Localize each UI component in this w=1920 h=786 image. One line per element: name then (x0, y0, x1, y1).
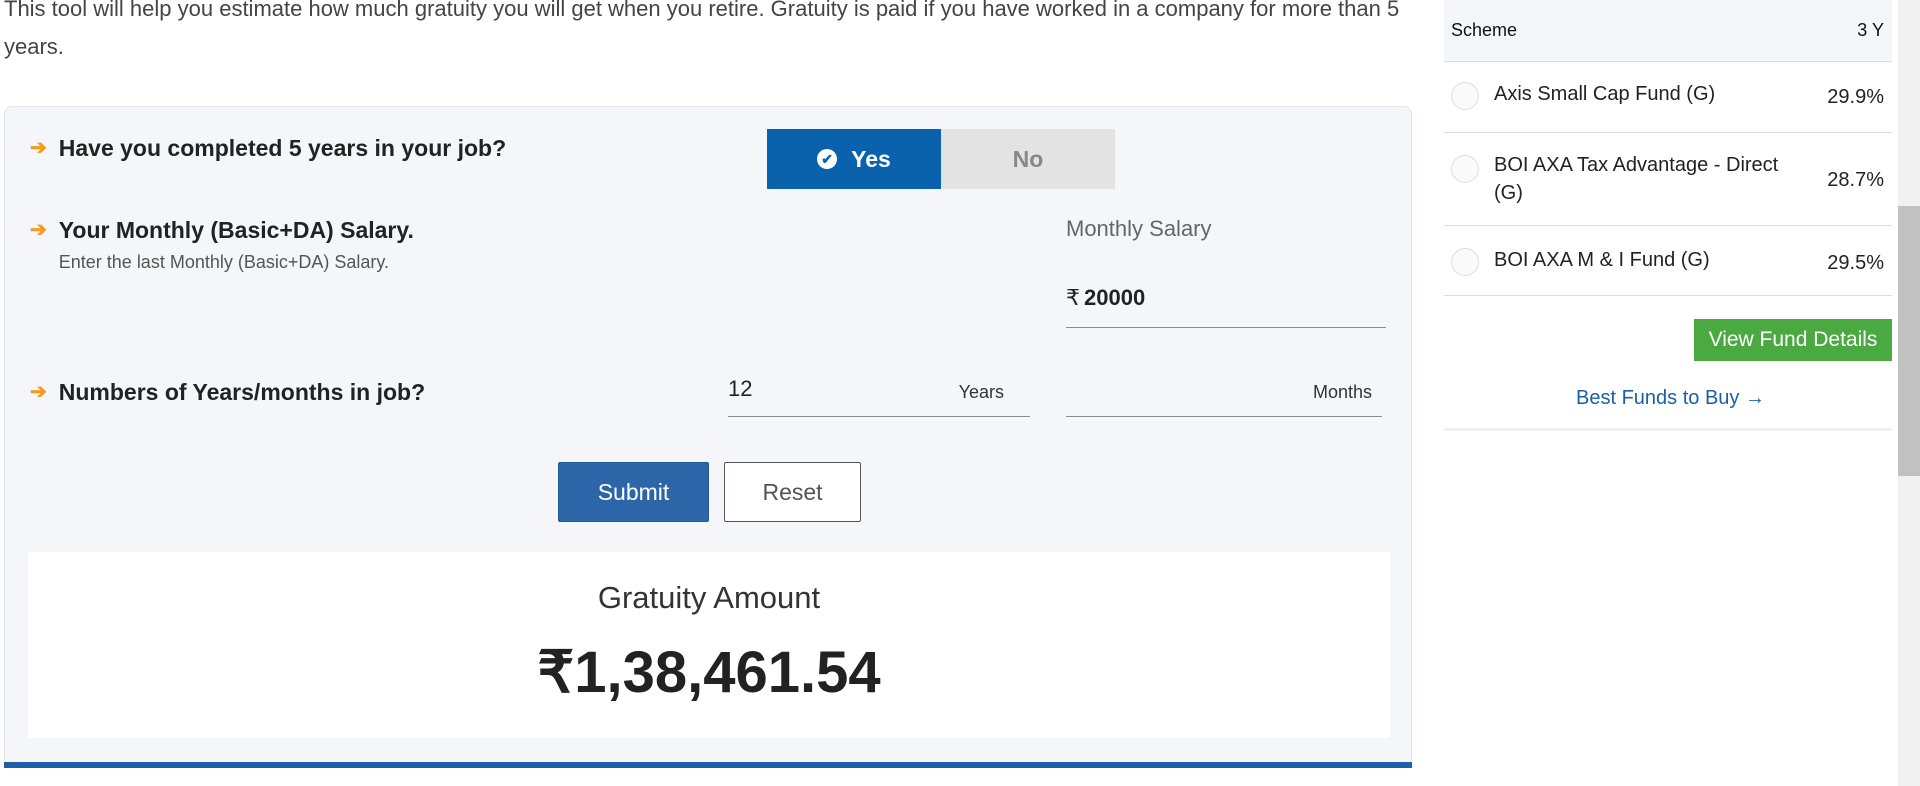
best-funds-link[interactable]: Best Funds to Buy → (1576, 387, 1765, 410)
header-period: 3 Y (1857, 20, 1884, 40)
no-label: No (1012, 145, 1044, 172)
reset-button[interactable]: Reset (724, 462, 861, 522)
fund-radio[interactable] (1451, 155, 1479, 183)
gratuity-amount: ₹1,38,461.54 (537, 640, 881, 705)
rupee-symbol: ₹ (1066, 285, 1080, 310)
fund-radio[interactable] (1451, 248, 1479, 276)
monthly-salary-label: Monthly Salary (1066, 216, 1212, 241)
question-years-months: ➔ Numbers of Years/months in job? (30, 378, 425, 406)
fund-row[interactable]: BOI AXA M & I Fund (G) 29.5% (1444, 226, 1892, 296)
question-monthly-salary: ➔ Your Monthly (Basic+DA) Salary. Enter … (30, 216, 414, 273)
arrow-icon: ➔ (30, 137, 47, 159)
months-input[interactable]: Months (1066, 366, 1382, 417)
header-scheme: Scheme (1451, 20, 1518, 40)
no-button[interactable]: No (941, 129, 1115, 189)
question-five-years: ➔ Have you completed 5 years in your job… (30, 134, 506, 162)
arrow-icon: ➔ (30, 219, 47, 241)
question-label: Your Monthly (Basic+DA) Salary. (58, 217, 414, 243)
years-value: 12 (728, 376, 753, 401)
fund-row[interactable]: BOI AXA Tax Advantage - Direct (G) 28.7% (1444, 133, 1892, 226)
question-hint: Enter the last Monthly (Basic+DA) Salary… (58, 252, 390, 272)
view-fund-details-button[interactable]: View Fund Details (1694, 319, 1892, 361)
submit-button[interactable]: Submit (558, 462, 709, 522)
monthly-salary-input[interactable]: ₹ 20000 (1066, 277, 1386, 328)
intro-text: This tool will help you estimate how muc… (4, 0, 1400, 59)
fund-return: 29.5% (1827, 252, 1884, 274)
monthly-salary-value: 20000 (1084, 285, 1146, 310)
panel-bottom-bar (4, 762, 1412, 768)
fund-row[interactable]: Axis Small Cap Fund (G) 29.9% (1444, 62, 1892, 133)
months-unit: Months (1312, 382, 1372, 402)
yes-label: Yes (851, 145, 891, 172)
question-label: Have you completed 5 years in your job? (58, 135, 507, 161)
result-panel: Gratuity Amount ₹1,38,461.54 (28, 552, 1390, 738)
check-circle-icon: ✔ (817, 149, 838, 169)
fund-table-header: Scheme 3 Y (1444, 0, 1892, 62)
yes-no-toggle: ✔ Yes No (767, 129, 1115, 189)
fund-name: BOI AXA Tax Advantage - Direct (G) (1494, 154, 1779, 204)
question-label: Numbers of Years/months in job? (58, 379, 426, 405)
fund-return: 29.9% (1827, 86, 1884, 108)
fund-name: Axis Small Cap Fund (G) (1494, 83, 1716, 105)
arrow-icon: ➔ (30, 381, 47, 403)
sidebar-divider (1444, 428, 1892, 431)
scrollbar-thumb[interactable] (1898, 206, 1920, 476)
years-input[interactable]: 12 Years (728, 366, 1030, 417)
result-label: Gratuity Amount (597, 580, 821, 615)
yes-button[interactable]: ✔ Yes (767, 129, 941, 189)
years-unit: Years (958, 382, 1004, 402)
fund-radio[interactable] (1451, 82, 1479, 110)
fund-return: 28.7% (1827, 169, 1884, 191)
fund-name: BOI AXA M & I Fund (G) (1494, 249, 1710, 271)
